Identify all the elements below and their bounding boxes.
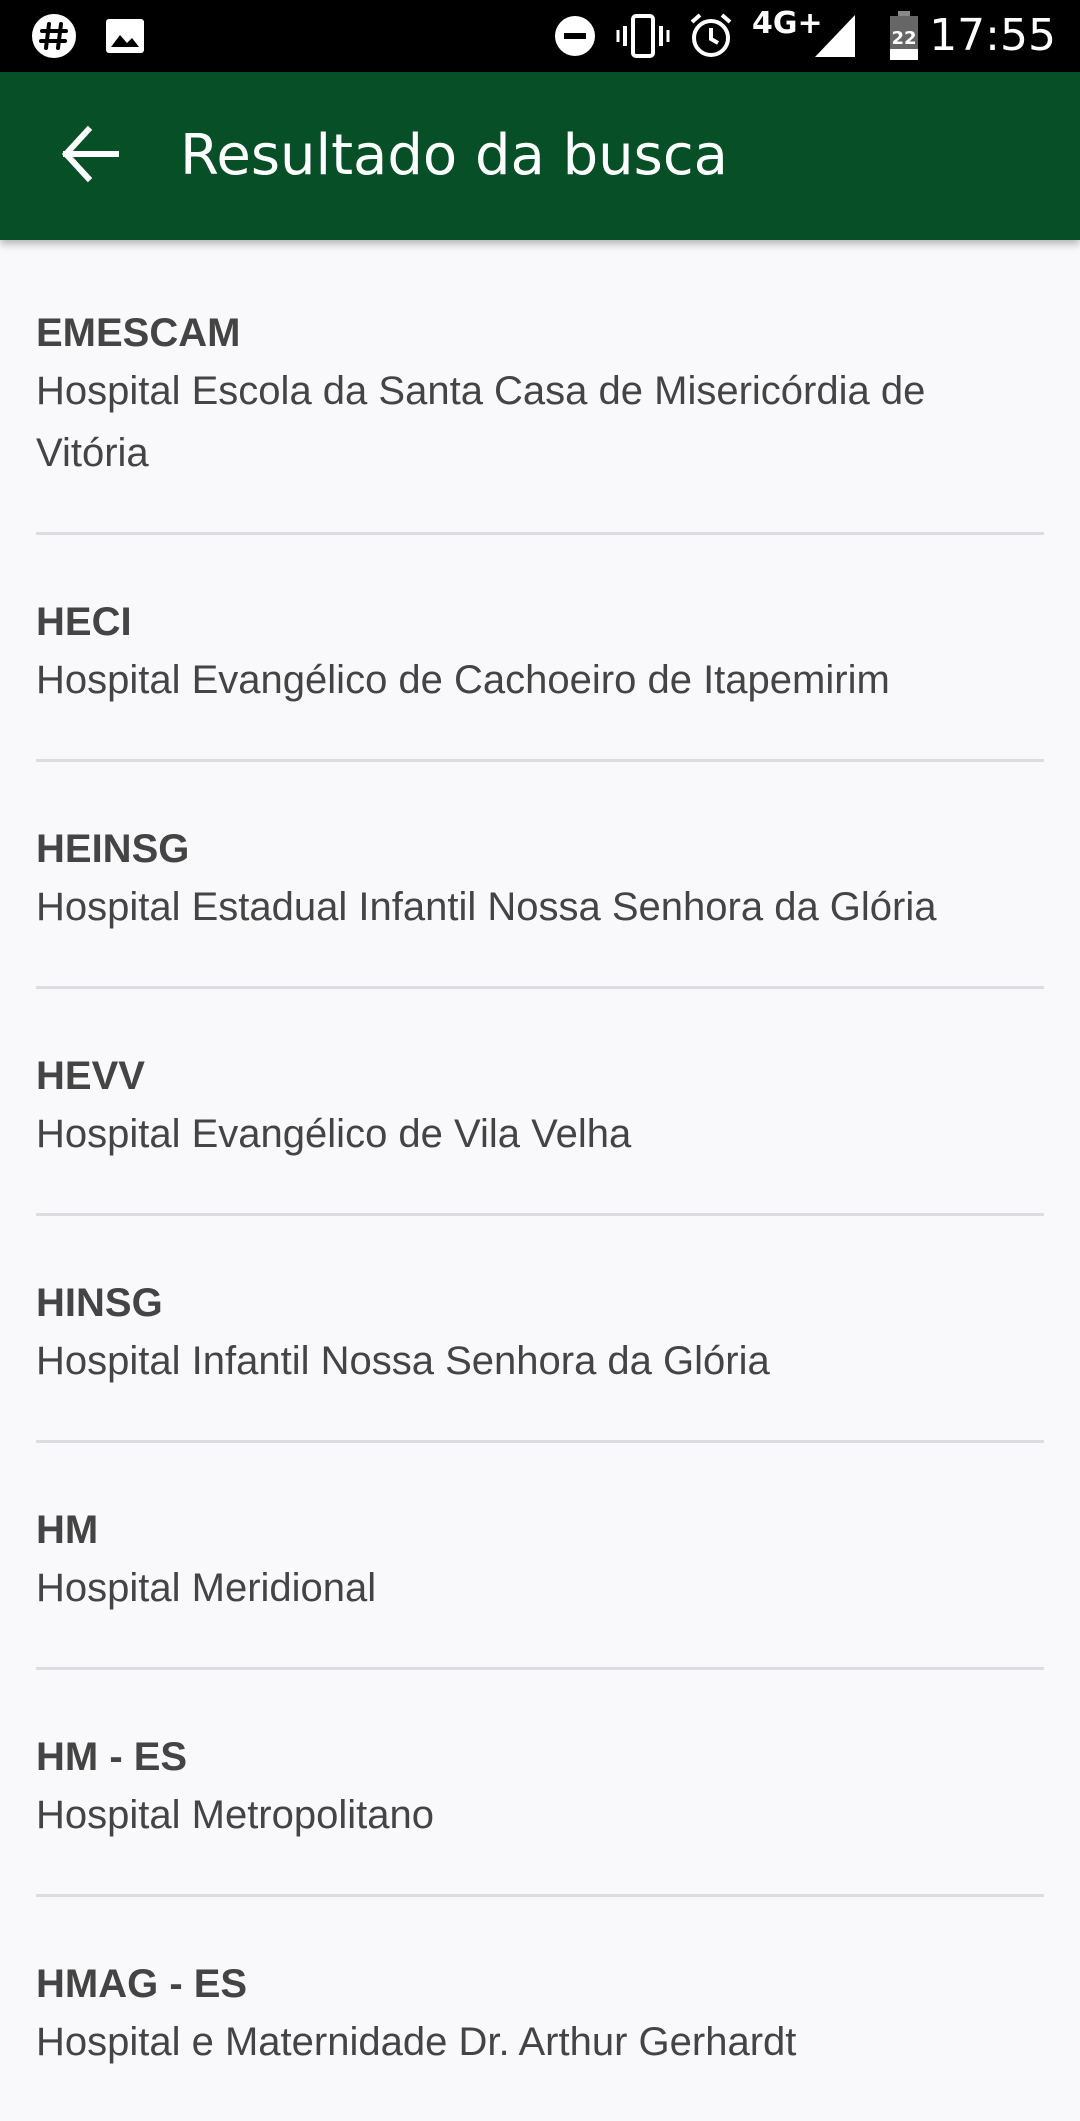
signal-icon (812, 12, 858, 60)
result-list: EMESCAM Hospital Escola da Santa Casa de… (0, 240, 1080, 2121)
item-name: Hospital Evangélico de Cachoeiro de Itap… (36, 658, 890, 702)
item-acronym: HEVV (36, 1054, 145, 1098)
item-acronym: HEINSG (36, 827, 190, 871)
item-acronym: HM - ES (36, 1735, 188, 1779)
list-item[interactable]: HECI Hospital Evangélico de Cachoeiro de… (36, 535, 1044, 762)
item-name: Hospital Infantil Nossa Senhora da Glóri… (36, 1339, 770, 1383)
vibrate-icon (616, 12, 670, 60)
item-name: Hospital Estadual Infantil Nossa Senhora… (36, 885, 937, 929)
list-item[interactable]: HEINSG Hospital Estadual Infantil Nossa … (36, 762, 1044, 989)
status-bar: 4G+ 22 17:55 (0, 0, 1080, 72)
list-item[interactable]: HEVV Hospital Evangélico de Vila Velha (36, 989, 1044, 1216)
back-button[interactable] (46, 112, 134, 200)
list-item[interactable]: EMESCAM Hospital Escola da Santa Casa de… (36, 240, 1044, 535)
list-item[interactable]: HM - ES Hospital Metropolitano (36, 1670, 1044, 1897)
item-name: Hospital Meridional (36, 1566, 377, 1610)
arrow-back-icon (58, 122, 122, 190)
item-name: Hospital e Maternidade Dr. Arthur Gerhar… (36, 2020, 797, 2064)
item-acronym: EMESCAM (36, 311, 241, 355)
slack-icon (28, 12, 80, 60)
list-item[interactable]: HM Hospital Meridional (36, 1443, 1044, 1670)
item-name: Hospital Metropolitano (36, 1793, 434, 1837)
app-bar: Resultado da busca (0, 72, 1080, 240)
item-name: Hospital Escola da Santa Casa de Miseric… (36, 369, 926, 475)
image-icon (102, 12, 148, 60)
list-item[interactable]: HINSG Hospital Infantil Nossa Senhora da… (36, 1216, 1044, 1443)
page-title: Resultado da busca (180, 123, 728, 188)
item-name: Hospital Evangélico de Vila Velha (36, 1112, 632, 1156)
list-item[interactable]: HMAG - ES Hospital e Maternidade Dr. Art… (36, 1897, 1044, 2121)
item-acronym: HINSG (36, 1281, 163, 1325)
alarm-icon (686, 12, 736, 60)
status-time: 17:55 (929, 10, 1056, 61)
item-acronym: HMAG - ES (36, 1962, 248, 2006)
do-not-disturb-icon (552, 12, 598, 60)
item-acronym: HECI (36, 600, 132, 644)
item-acronym: HM (36, 1508, 99, 1552)
battery-level: 22 (891, 28, 917, 49)
